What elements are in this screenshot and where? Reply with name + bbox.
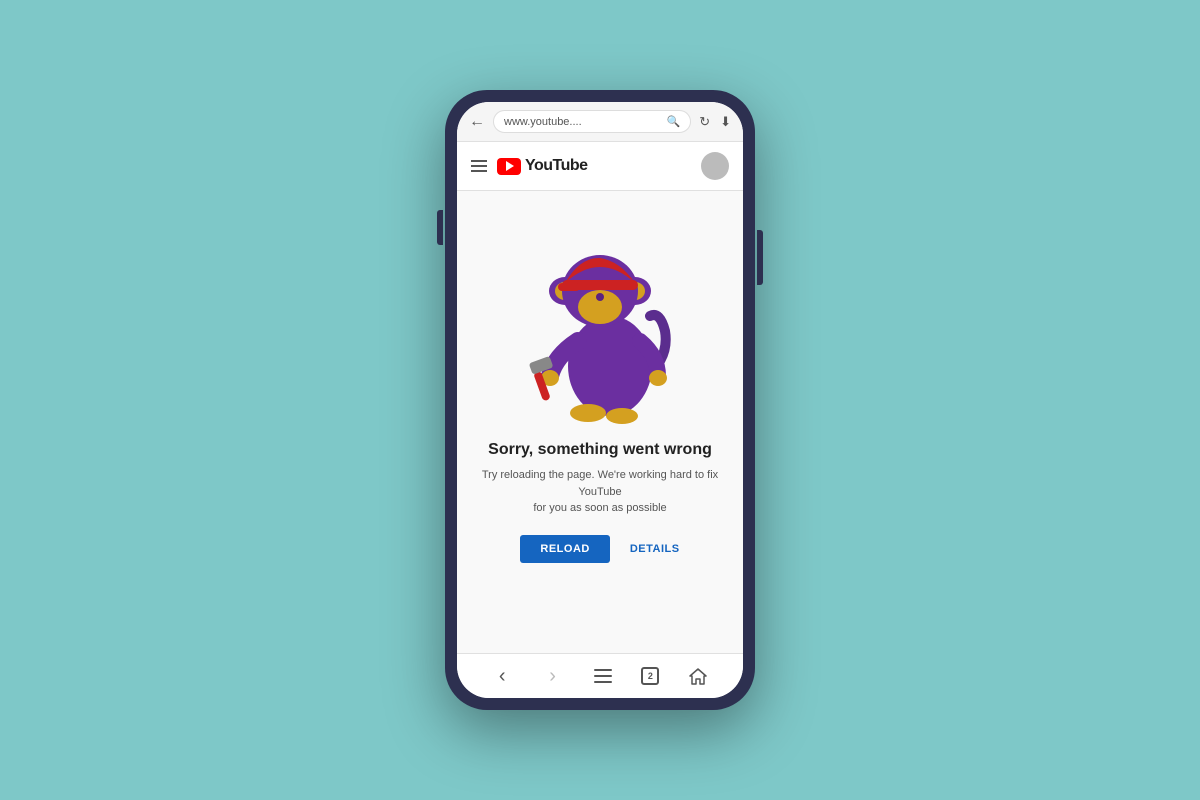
youtube-logo: YouTube <box>497 157 588 175</box>
nav-tabs-icon[interactable]: 2 <box>641 667 659 685</box>
nav-home-icon[interactable] <box>686 664 710 688</box>
reload-button[interactable]: RELOAD <box>520 535 609 563</box>
error-buttons: RELOAD DETAILS <box>520 535 679 563</box>
error-title: Sorry, something went wrong <box>488 441 712 459</box>
hamburger-menu-icon[interactable] <box>471 160 487 172</box>
refresh-icon[interactable]: ↻ <box>699 114 710 130</box>
browser-bar: ← www.youtube.... 🔍 ↻ ⬇ <box>457 102 743 142</box>
youtube-logo-icon <box>497 158 521 175</box>
user-avatar[interactable] <box>701 152 729 180</box>
download-icon[interactable]: ⬇ <box>720 114 731 130</box>
browser-url-bar[interactable]: www.youtube.... 🔍 <box>493 110 691 133</box>
search-icon: 🔍 <box>666 115 680 128</box>
browser-actions: ↻ ⬇ <box>699 114 731 130</box>
nav-forward-icon[interactable]: › <box>541 664 565 688</box>
header-left: YouTube <box>471 157 588 175</box>
youtube-logo-text: YouTube <box>525 157 588 175</box>
nav-menu-icon[interactable] <box>591 664 615 688</box>
url-text: www.youtube.... <box>504 116 662 128</box>
content-area: Sorry, something went wrong Try reloadin… <box>457 191 743 653</box>
details-button[interactable]: DETAILS <box>630 543 680 555</box>
phone-screen: ← www.youtube.... 🔍 ↻ ⬇ <box>457 102 743 698</box>
nav-back-icon[interactable]: ‹ <box>490 664 514 688</box>
browser-back-button[interactable]: ← <box>469 113 485 131</box>
play-triangle-icon <box>506 161 514 171</box>
error-subtitle: Try reloading the page. We're working ha… <box>477 467 723 517</box>
navigation-bar: ‹ › 2 <box>457 653 743 698</box>
youtube-header: YouTube <box>457 142 743 191</box>
phone-frame: ← www.youtube.... 🔍 ↻ ⬇ <box>445 90 755 710</box>
monkey-illustration <box>510 201 690 431</box>
